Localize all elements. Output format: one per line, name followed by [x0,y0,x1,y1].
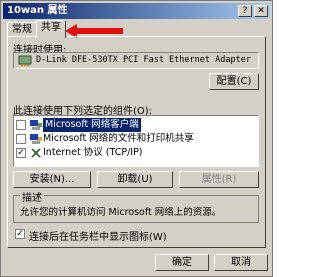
adapter-name: D-Link DFE-530TX PCI Fast Ethernet Adapt… [36,55,256,65]
cancel-button-label: 取消 [231,257,251,268]
network-client-icon [30,120,42,130]
install-button-label: 安装(N)... [29,174,75,185]
properties-button-label: 属性(R) [201,174,237,185]
list-item[interactable]: Microsoft 网络客户端 [16,118,256,132]
ok-button[interactable]: 确定 [155,254,209,271]
adapter-field: D-Link DFE-530TX PCI Fast Ethernet Adapt… [13,52,259,69]
properties-button[interactable]: 属性(R) [179,171,259,188]
network-adapter-icon [18,55,32,66]
description-group: 描述 允许您的计算机访问 Microsoft 网络上的资源。 [13,189,259,223]
uninstall-button-label: 卸载(U) [117,174,153,185]
properties-dialog: 10wan 属性 ? ✕ 常规 共享 连接时使用: D-Link DFE-530… [0,0,273,277]
install-button[interactable]: 安装(N)... [13,171,91,188]
show-icon-label: 连接后在任务栏中显示图标(W) [29,232,167,243]
description-text: 允许您的计算机访问 Microsoft 网络上的资源。 [20,207,222,218]
tab-sharing-label: 共享 [41,22,61,33]
show-icon-checkbox[interactable]: ✓ [15,229,25,239]
tab-sharing[interactable]: 共享 [36,20,66,38]
component-checkbox[interactable] [16,120,26,130]
description-title: 描述 [20,189,44,204]
help-button[interactable]: ? [238,5,252,17]
ok-button-label: 确定 [172,257,192,268]
configure-button-label: 配置(C) [216,76,252,87]
component-label: Internet 协议 (TCP/IP) [43,147,143,158]
uninstall-button[interactable]: 卸载(U) [97,171,173,188]
list-item[interactable]: ✓ Internet 协议 (TCP/IP) [16,146,256,160]
title-bar[interactable]: 10wan 属性 ? ✕ [3,3,270,19]
component-checkbox[interactable]: ✓ [16,148,26,158]
list-item[interactable]: Microsoft 网络的文件和打印机共享 [16,132,256,146]
component-checkbox[interactable] [16,134,26,144]
cancel-button[interactable]: 取消 [214,254,268,271]
close-button[interactable]: ✕ [254,5,268,17]
protocol-icon [31,148,41,158]
window-title: 10wan 属性 [7,5,68,16]
configure-button[interactable]: 配置(C) [209,73,259,90]
components-list[interactable]: Microsoft 网络客户端 Microsoft 网络的文件和打印机共享 ✓ … [13,115,259,167]
tab-general-label: 常规 [12,24,32,35]
tab-general[interactable]: 常规 [7,22,37,37]
component-label: Microsoft 网络的文件和打印机共享 [43,133,194,144]
file-printer-sharing-icon [30,134,42,144]
component-label: Microsoft 网络客户端 [43,118,141,132]
